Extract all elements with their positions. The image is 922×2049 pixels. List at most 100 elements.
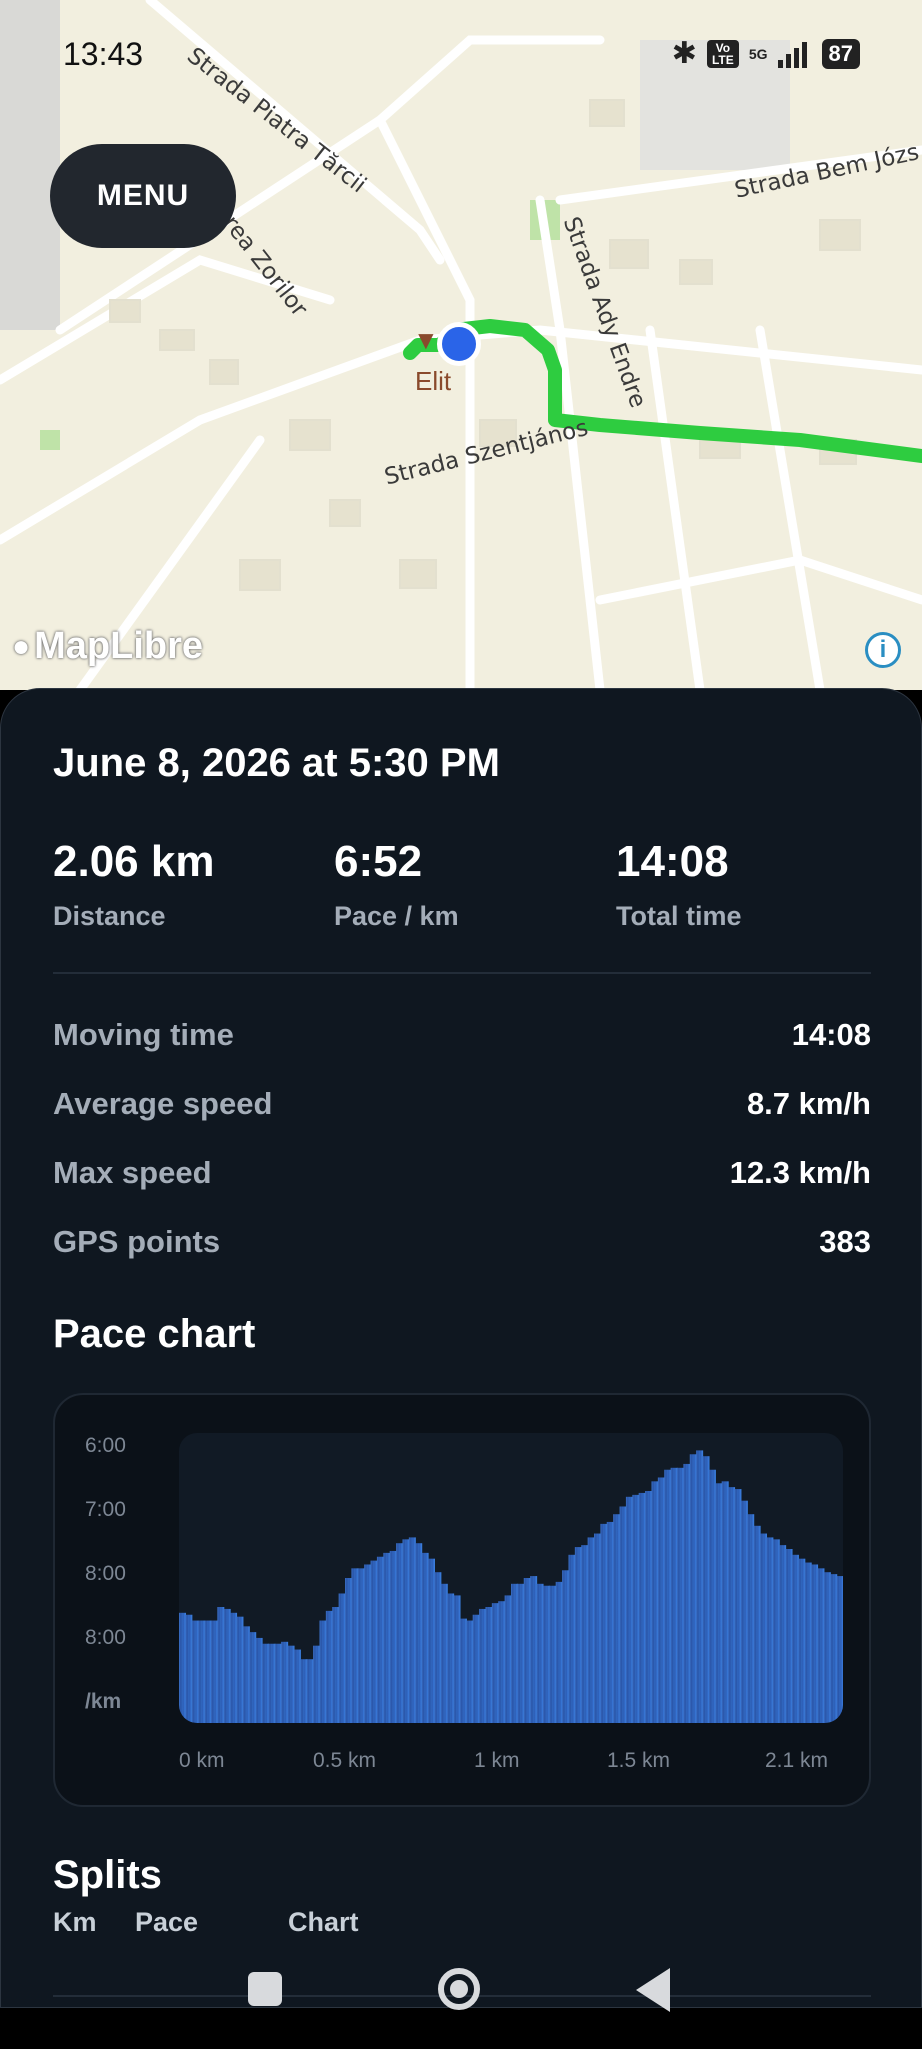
- pace-bar: [779, 1545, 787, 1723]
- back-button[interactable]: [636, 1968, 670, 2012]
- splits-heading: Splits: [53, 1853, 162, 1897]
- pace-bar: [338, 1593, 346, 1723]
- pace-bar: [491, 1603, 499, 1723]
- pace-bar: [747, 1514, 755, 1723]
- pace-bar: [587, 1537, 595, 1723]
- pace-bar: [274, 1643, 282, 1723]
- pace-bar: [262, 1643, 269, 1723]
- pace-bar: [459, 1618, 467, 1723]
- pace-bar: [613, 1514, 621, 1723]
- nav-background: [0, 2010, 922, 2049]
- pace-bar: [319, 1620, 327, 1723]
- pace-bar: [817, 1568, 825, 1723]
- pace-chart-heading: Pace chart: [53, 1312, 256, 1356]
- pace-bar: [581, 1545, 589, 1723]
- pace-bar: [364, 1564, 372, 1723]
- pace-bar: [772, 1539, 780, 1723]
- pace-bar: [383, 1552, 391, 1723]
- pace-bar: [479, 1608, 487, 1723]
- pace-bar: [236, 1616, 244, 1723]
- pace-bar: [619, 1506, 627, 1723]
- pace-bar: [210, 1620, 218, 1723]
- stat-value: 6:52: [334, 837, 423, 886]
- pace-bar: [313, 1645, 321, 1723]
- status-icons: ✱ Vo LTE 5G 87: [672, 36, 860, 71]
- x-tick-label: 2.1 km: [765, 1749, 828, 1772]
- pace-bar: [702, 1456, 710, 1723]
- stat-label: Pace / km: [334, 901, 459, 931]
- detail-row-moving-time: Moving time 14:08: [53, 1017, 871, 1053]
- pace-bar: [549, 1585, 557, 1723]
- pace-bar: [345, 1578, 352, 1723]
- pace-bar: [440, 1583, 448, 1723]
- pace-bar: [447, 1593, 455, 1723]
- route-map[interactable]: Strada Piatra Tărcii Strada Bem Józs Str…: [0, 0, 922, 690]
- pace-bar: [242, 1626, 250, 1723]
- menu-button[interactable]: MENU: [50, 144, 236, 248]
- pace-bar: [562, 1570, 570, 1723]
- pace-bar: [811, 1564, 819, 1723]
- pace-bar: [306, 1659, 314, 1723]
- pace-bar: [185, 1614, 193, 1723]
- pace-bar: [230, 1612, 238, 1723]
- pace-bar: [198, 1620, 206, 1723]
- pace-bar: [332, 1607, 340, 1723]
- recents-button[interactable]: [248, 1972, 282, 2006]
- detail-value: 383: [819, 1224, 871, 1259]
- pace-bar: [351, 1568, 359, 1723]
- pace-bar: [753, 1525, 761, 1723]
- pace-bar: [606, 1521, 614, 1723]
- pace-bar: [696, 1450, 704, 1723]
- pace-bar: [715, 1483, 723, 1723]
- poi-label: Elit: [415, 366, 452, 396]
- pace-bar: [287, 1645, 295, 1723]
- stat-value: 14:08: [616, 837, 729, 886]
- pace-bar: [204, 1620, 212, 1723]
- pace-bar: [428, 1558, 435, 1723]
- home-button[interactable]: [438, 1968, 480, 2010]
- pace-bar: [504, 1595, 512, 1723]
- x-tick-label: 1 km: [474, 1749, 520, 1772]
- maplibre-attribution[interactable]: ● MapLibre: [12, 625, 203, 668]
- pace-bar: [823, 1572, 831, 1723]
- pace-bar: [485, 1607, 493, 1723]
- pace-bar: [293, 1649, 301, 1723]
- pace-bar: [568, 1554, 576, 1723]
- pace-bar: [760, 1533, 767, 1723]
- pace-bar: [249, 1632, 257, 1723]
- network-label: 5G: [748, 45, 768, 62]
- pace-bar: [664, 1469, 672, 1723]
- pace-bar: [179, 1612, 186, 1723]
- pace-bar: [766, 1537, 774, 1723]
- pace-bar: [530, 1576, 538, 1723]
- pace-bar: [402, 1539, 410, 1723]
- divider: [53, 972, 871, 974]
- stat-total-time: 14:08 Total time: [616, 837, 742, 932]
- pace-bar: [574, 1547, 582, 1723]
- pace-bar: [376, 1556, 384, 1723]
- pace-bar: [625, 1496, 633, 1723]
- pace-bar: [357, 1568, 365, 1723]
- pace-bar: [498, 1601, 506, 1723]
- poi-icon: ▼: [413, 325, 439, 355]
- info-icon[interactable]: i: [865, 632, 901, 668]
- pace-bar: [708, 1469, 716, 1723]
- x-tick-label: 0.5 km: [313, 1749, 376, 1772]
- detail-row-max-speed: Max speed 12.3 km/h: [53, 1155, 871, 1191]
- splits-col-km: Km: [53, 1907, 97, 1937]
- volte-icon: Vo LTE: [706, 39, 739, 68]
- pace-bar: [415, 1543, 423, 1723]
- stat-pace: 6:52 Pace / km: [334, 837, 459, 932]
- pace-bar: [523, 1578, 531, 1723]
- splits-col-pace: Pace: [135, 1907, 199, 1937]
- pace-bar: [325, 1610, 333, 1723]
- detail-row-average-speed: Average speed 8.7 km/h: [53, 1086, 871, 1122]
- y-unit-label: /km: [85, 1690, 121, 1713]
- pace-bar: [689, 1454, 697, 1723]
- pace-bar: [472, 1614, 480, 1723]
- map-pin-icon: ●: [12, 629, 31, 663]
- status-time: 13:43: [63, 36, 144, 72]
- pace-bar: [421, 1552, 429, 1723]
- detail-label: GPS points: [53, 1224, 221, 1259]
- stat-distance: 2.06 km Distance: [53, 837, 214, 932]
